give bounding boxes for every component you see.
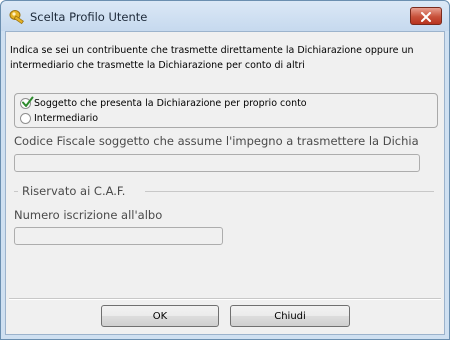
instructions-line-1: Indica se sei un contribuente che trasme… [10,45,414,56]
radio-button-soggetto[interactable] [20,96,34,112]
close-button[interactable] [410,7,442,25]
radio-option-soggetto[interactable]: Soggetto che presenta la Dichiarazione p… [20,96,307,112]
title-bar[interactable]: Scelta Profilo Utente [1,1,449,31]
window-title: Scelta Profilo Utente [30,10,148,24]
caf-section-title: Riservato ai C.A.F. [22,184,126,198]
checkmark-icon [21,96,34,112]
albo-number-label: Numero iscrizione all'albo [14,208,163,222]
ok-button[interactable]: OK [101,305,219,327]
codice-fiscale-label: Codice Fiscale soggetto che assume l'imp… [14,134,419,148]
instructions-text: Indica se sei un contribuente che trasme… [10,43,440,73]
lock-key-icon [9,9,27,25]
profile-radio-group: Soggetto che presenta la Dichiarazione p… [14,93,438,128]
close-icon [420,7,432,26]
chiudi-button[interactable]: Chiudi [230,305,350,327]
albo-number-field[interactable] [14,227,223,245]
dialog-window: Scelta Profilo Utente Indica se sei un c… [0,0,450,340]
dialog-body: Indica se sei un contribuente che trasme… [5,31,445,335]
caf-separator-left [14,191,18,192]
radio-option-intermediario[interactable]: Intermediario [20,113,98,124]
radio-button-intermediario[interactable] [20,113,31,124]
radio-label-intermediario: Intermediario [34,113,99,124]
caf-separator-right [145,191,434,192]
footer-separator [9,298,441,300]
instructions-line-2: intermediario che trasmette la Dichiaraz… [10,60,305,71]
codice-fiscale-field[interactable] [14,154,420,172]
radio-label-soggetto: Soggetto che presenta la Dichiarazione p… [34,98,307,109]
